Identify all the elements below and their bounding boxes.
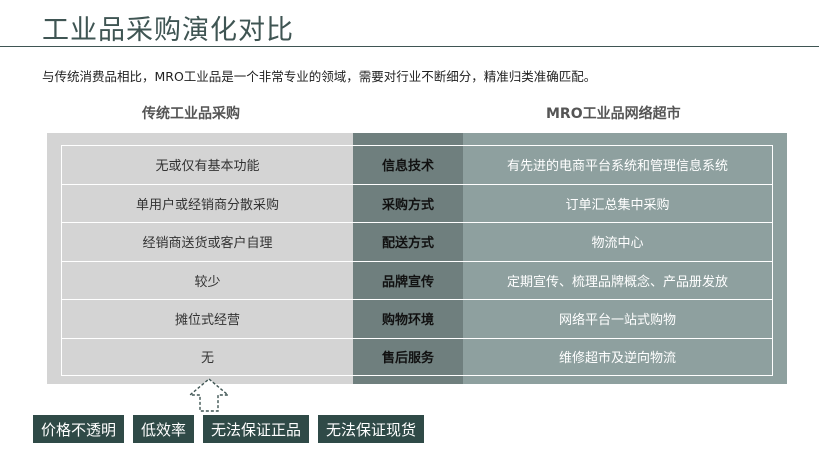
table-row: 较少 品牌宣传 定期宣传、梳理品牌概念、产品册发放 — [61, 260, 773, 300]
comparison-table: 无或仅有基本功能 信息技术 有先进的电商平台系统和管理信息系统 单用户或经销商分… — [61, 145, 773, 376]
up-arrow-icon — [189, 378, 229, 412]
column-header-mro: MRO工业品网络超市 — [546, 106, 681, 122]
table-row: 摊位式经营 购物环境 网络平台一站式购物 — [61, 299, 773, 338]
traditional-cell: 无 — [61, 337, 353, 376]
traditional-cell: 经销商送货或客户自理 — [61, 222, 353, 261]
category-cell: 采购方式 — [353, 183, 463, 223]
tag-label: 低效率 — [133, 415, 195, 443]
problem-tags: 价格不透明 低效率 无法保证正品 无法保证现货 — [33, 415, 425, 443]
mro-cell: 物流中心 — [463, 222, 773, 261]
category-cell: 售后服务 — [353, 337, 463, 376]
traditional-cell: 摊位式经营 — [61, 299, 353, 338]
mro-cell: 维修超市及逆向物流 — [463, 337, 773, 376]
traditional-cell: 较少 — [61, 260, 353, 299]
tag-label: 价格不透明 — [33, 415, 125, 443]
traditional-cell: 无或仅有基本功能 — [61, 145, 353, 184]
mro-cell: 订单汇总集中采购 — [463, 183, 773, 222]
mro-cell: 网络平台一站式购物 — [463, 299, 773, 338]
category-cell: 信息技术 — [353, 145, 463, 184]
table-row: 单用户或经销商分散采购 采购方式 订单汇总集中采购 — [61, 183, 773, 223]
category-cell: 品牌宣传 — [353, 260, 463, 300]
tag-label: 无法保证现货 — [318, 415, 425, 443]
page-subtitle: 与传统消费品相比，MRO工业品是一个非常专业的领域，需要对行业不断细分，精准归类… — [42, 69, 597, 84]
title-divider — [0, 46, 819, 47]
table-row: 无 售后服务 维修超市及逆向物流 — [61, 337, 773, 376]
column-header-traditional: 传统工业品采购 — [142, 106, 240, 122]
page-title: 工业品采购演化对比 — [42, 15, 294, 46]
table-row: 经销商送货或客户自理 配送方式 物流中心 — [61, 222, 773, 261]
mro-cell: 定期宣传、梳理品牌概念、产品册发放 — [463, 260, 773, 299]
mro-cell: 有先进的电商平台系统和管理信息系统 — [463, 145, 773, 184]
category-cell: 购物环境 — [353, 299, 463, 338]
tag-label: 无法保证正品 — [203, 415, 310, 443]
category-cell: 配送方式 — [353, 222, 463, 261]
traditional-cell: 单用户或经销商分散采购 — [61, 183, 353, 222]
table-row: 无或仅有基本功能 信息技术 有先进的电商平台系统和管理信息系统 — [61, 145, 773, 184]
